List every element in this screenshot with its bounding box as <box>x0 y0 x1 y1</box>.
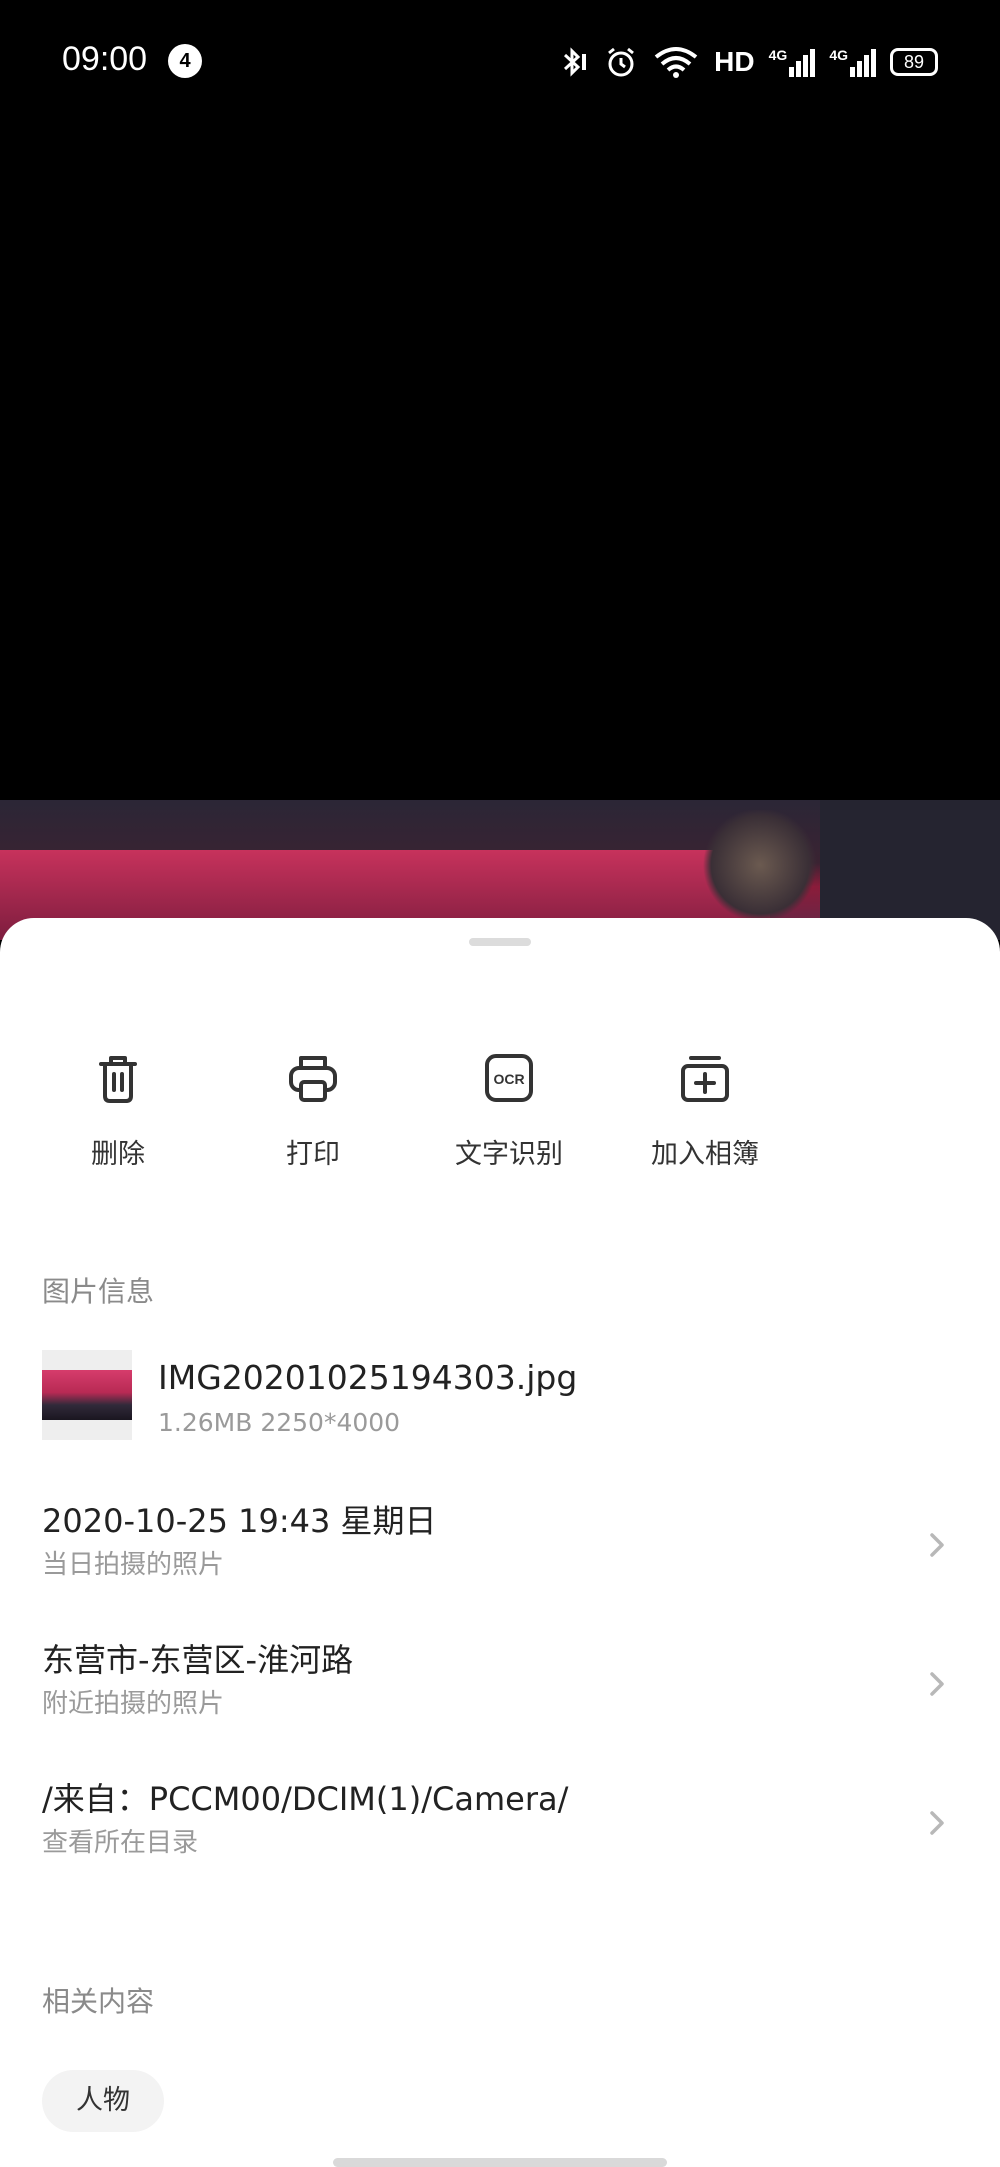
add-to-album-icon <box>681 1056 729 1102</box>
file-info: IMG20201025194303.jpg 1.26MB 2250*4000 <box>42 1350 962 1450</box>
chevron-right-icon <box>930 1533 944 1557</box>
status-time: 09:00 <box>62 40 148 78</box>
location-title: 东营市-东营区-淮河路 <box>42 1641 354 1679</box>
sheet-drag-handle[interactable] <box>469 938 531 946</box>
alarm-icon <box>608 47 635 77</box>
delete-label: 删除 <box>91 1139 145 1170</box>
battery-icon: 89 <box>890 48 938 76</box>
folder-path: /来自：PCCM00/DCIM(1)/Camera/ <box>42 1780 569 1818</box>
chevron-right-icon <box>930 1811 944 1835</box>
date-subtitle: 当日拍摄的照片 <box>42 1550 225 1580</box>
related-content-title: 相关内容 <box>42 1985 155 2018</box>
bluetooth-icon <box>564 47 587 77</box>
ocr-icon: OCR <box>485 1054 533 1102</box>
add-to-album-button[interactable]: 加入相簿 <box>625 1048 785 1171</box>
print-button[interactable]: 打印 <box>233 1048 393 1171</box>
date-row[interactable]: 2020-10-25 19:43 星期日 当日拍摄的照片 <box>42 1496 962 1596</box>
date-title: 2020-10-25 19:43 星期日 <box>42 1502 437 1540</box>
delete-button[interactable]: 删除 <box>38 1048 198 1171</box>
wifi-icon <box>654 47 698 78</box>
trash-icon <box>99 1056 137 1103</box>
notification-count-badge: 4 <box>168 44 202 78</box>
signal-1-icon: 4G <box>769 47 816 77</box>
hd-voice-indicator: HD <box>714 46 755 77</box>
add-to-album-label: 加入相簿 <box>651 1139 759 1170</box>
ocr-button[interactable]: OCR 文字识别 <box>429 1048 589 1171</box>
photo-details-sheet: 删除 打印 OCR 文字识别 加入相簿 图片信息 IMG202010251943… <box>0 918 1000 2167</box>
print-label: 打印 <box>286 1139 340 1170</box>
status-bar: 09:00 4 HD 4G 4G 89 <box>0 0 1000 120</box>
folder-subtitle: 查看所在目录 <box>42 1828 199 1858</box>
ocr-icon-text: OCR <box>493 1071 524 1087</box>
thumbnail-image <box>42 1370 132 1420</box>
related-chip-people[interactable]: 人物 <box>42 2070 164 2132</box>
file-name: IMG20201025194303.jpg <box>158 1358 578 1397</box>
image-info-title: 图片信息 <box>42 1275 155 1308</box>
chevron-right-icon <box>930 1672 944 1696</box>
location-subtitle: 附近拍摄的照片 <box>42 1689 225 1719</box>
signal-2-label: 4G <box>829 47 848 63</box>
printer-icon <box>289 1056 337 1102</box>
signal-2-icon: 4G <box>829 47 876 77</box>
signal-1-label: 4G <box>768 47 788 63</box>
ocr-label: 文字识别 <box>455 1139 563 1170</box>
location-row[interactable]: 东营市-东营区-淮河路 附近拍摄的照片 <box>42 1635 962 1735</box>
file-meta: 1.26MB 2250*4000 <box>158 1408 401 1437</box>
folder-row[interactable]: /来自：PCCM00/DCIM(1)/Camera/ 查看所在目录 <box>42 1774 962 1874</box>
file-thumbnail <box>42 1350 132 1440</box>
home-indicator[interactable] <box>333 2158 667 2167</box>
status-icons: HD 4G 4G 89 <box>556 42 938 82</box>
photo-tree-region <box>700 810 820 920</box>
